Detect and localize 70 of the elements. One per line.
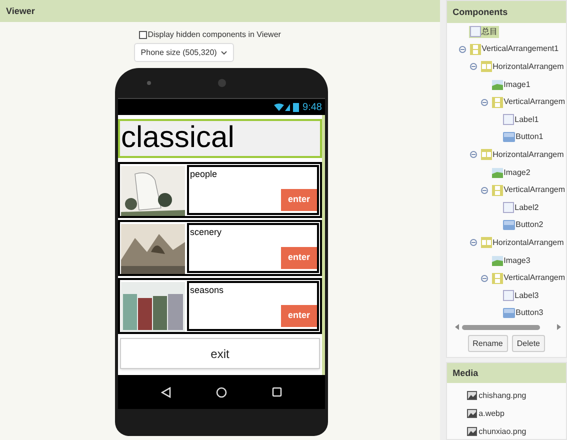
tree-item[interactable]: HorizontalArrangem [480, 236, 565, 249]
horizontal-arrangement-icon [480, 149, 492, 160]
tree-item[interactable]: Image3 [490, 254, 532, 267]
picture-icon [466, 409, 477, 418]
button-icon [502, 220, 515, 230]
vertical-arrangement-icon [492, 184, 503, 196]
media-file[interactable]: chishang.png [466, 388, 566, 403]
tree-item[interactable]: Button3 [502, 307, 544, 320]
card-label: seasons [189, 284, 225, 297]
collapse-icon[interactable] [458, 46, 466, 53]
vertical-arrangement-icon [492, 96, 503, 108]
hidden-components-checkbox[interactable]: Display hidden components in Viewer [138, 29, 281, 41]
tree-item[interactable]: Button1 [502, 131, 544, 144]
painting-thumbnail [121, 282, 185, 332]
collapse-icon[interactable] [470, 151, 477, 158]
panel-header: Components [446, 1, 566, 23]
media-file[interactable]: a.webp [466, 406, 566, 421]
tree-item[interactable]: HorizontalArrangem [480, 60, 565, 73]
button-icon [502, 308, 515, 318]
battery-icon [292, 102, 299, 112]
image-icon [492, 168, 503, 178]
collapse-icon[interactable] [470, 63, 477, 70]
tree-item[interactable]: VerticalArrangem [490, 96, 566, 108]
tree-item[interactable]: 总目 [468, 26, 499, 38]
tree-item[interactable]: Label2 [502, 202, 540, 214]
vertical-arrangement-icon [470, 44, 481, 55]
label-icon [502, 290, 514, 302]
label-icon [470, 26, 481, 38]
exit-button[interactable]: exit [120, 338, 320, 369]
panel-button[interactable]: Delete [512, 335, 545, 352]
phone-size-dropdown[interactable]: Phone size (505,320) [134, 43, 234, 62]
card-label: people [189, 168, 218, 181]
tree-item[interactable]: Button2 [502, 219, 544, 232]
panel-button[interactable]: Rename [468, 335, 508, 352]
label-icon [502, 202, 514, 214]
tree-item[interactable]: VerticalArrangem [490, 184, 566, 196]
media-file[interactable]: chunxiao.png [466, 424, 566, 439]
tree-item[interactable]: HorizontalArrangem [480, 148, 565, 161]
collapse-icon[interactable] [480, 274, 488, 282]
button-icon [502, 132, 515, 142]
collapse-icon[interactable] [480, 98, 488, 106]
chevron-down-icon [220, 50, 227, 54]
panel-header: Media [446, 363, 566, 383]
home-icon[interactable] [216, 386, 227, 398]
tree-item[interactable]: Image2 [490, 166, 532, 179]
vertical-arrangement-icon [492, 272, 503, 284]
image-icon [492, 256, 503, 266]
title-label: classical [118, 119, 322, 158]
back-icon[interactable] [160, 386, 171, 398]
tree-item[interactable]: VerticalArrangement1 [468, 43, 560, 56]
label-icon [502, 114, 514, 126]
tree-item[interactable]: VerticalArrangem [490, 272, 566, 284]
collapse-icon[interactable] [480, 186, 488, 194]
panel-header: Viewer [0, 0, 440, 22]
image-icon [492, 80, 503, 90]
painting-thumbnail [121, 224, 185, 274]
camera-icon [218, 79, 226, 87]
picture-icon [466, 391, 477, 400]
status-time: 9:48 [302, 100, 322, 114]
horizontal-arrangement-icon [480, 237, 492, 248]
recents-icon[interactable] [272, 387, 282, 397]
sensor-icon [147, 81, 151, 85]
tree-item[interactable]: Label3 [502, 290, 540, 302]
collapse-icon[interactable] [470, 239, 477, 246]
picture-icon [466, 427, 477, 436]
horizontal-arrangement-icon [480, 61, 492, 72]
tree-item[interactable]: Label1 [502, 114, 540, 126]
card-label: scenery [189, 226, 223, 239]
wifi-signal-icon [274, 102, 291, 112]
tree-item[interactable]: Image1 [490, 78, 532, 91]
